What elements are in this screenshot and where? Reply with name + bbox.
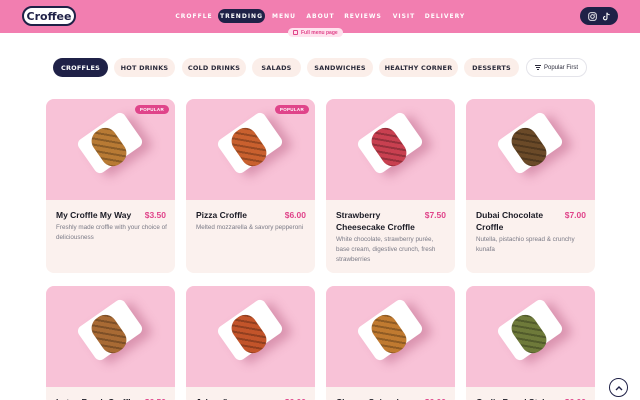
product-price: $6.00 <box>425 396 446 400</box>
category-label: SANDWICHES <box>314 63 366 72</box>
nav-item-label: REVIEWS <box>344 12 382 20</box>
category-healthy-corner[interactable]: HEALTHY CORNER <box>379 58 458 77</box>
product-name: My Croffle My Way <box>56 210 132 220</box>
nav-item-about[interactable]: ABOUT <box>306 9 335 23</box>
product-price: $6.50 <box>145 396 166 400</box>
product-description: White chocolate, strawberry purée, base … <box>336 236 436 263</box>
main-nav: CROFFLE TRENDING MENU ABOUT REVIEWS VISI… <box>0 9 640 23</box>
product-image <box>326 286 455 387</box>
product-description: Melted mozzarella & savory pepperoni <box>196 224 304 231</box>
sort-button[interactable]: Popular First <box>526 58 587 77</box>
nav-item-label: MENU <box>272 12 296 20</box>
category-label: DESSERTS <box>472 63 511 72</box>
tiktok-icon[interactable] <box>602 12 611 21</box>
product-price: $7.50 <box>424 210 446 220</box>
category-label: HOT DRINKS <box>120 63 169 72</box>
product-image <box>466 99 595 200</box>
product-description: Freshly made croffle with your choice of… <box>56 224 167 241</box>
product-card[interactable]: Cheesy Spinach $6.00 <box>326 286 455 400</box>
product-card[interactable]: POPULAR Pizza Croffle $6.00 Melted mozzarel… <box>186 99 315 273</box>
product-card[interactable]: POPULAR My Croffle My Way $3.50 Freshly mad… <box>46 99 175 273</box>
category-label: COLD DRINKS <box>187 63 241 72</box>
product-card[interactable]: Lotus Bomb Croffle $6.50 <box>46 286 175 400</box>
product-name: Jalapeño Pepperoni <box>196 396 276 400</box>
category-salads[interactable]: SALADS <box>252 58 301 77</box>
category-desserts[interactable]: DESSERTS <box>464 58 519 77</box>
category-hot-drinks[interactable]: HOT DRINKS <box>114 58 175 77</box>
product-price: $7.00 <box>564 210 586 220</box>
product-card[interactable]: Jalapeño Pepperoni $6.00 <box>186 286 315 400</box>
category-label: SALADS <box>261 63 292 72</box>
nav-item-trending[interactable]: TRENDING <box>218 9 265 23</box>
category-label: CROFFLES <box>60 63 101 72</box>
product-image <box>186 286 315 387</box>
product-price: $6.00 <box>284 210 306 220</box>
product-description: Nutella, pistachio spread & crunchy kuna… <box>476 236 575 253</box>
product-image: POPULAR <box>46 99 175 200</box>
category-sandwiches[interactable]: SANDWICHES <box>307 58 373 77</box>
product-image <box>326 99 455 200</box>
full-menu-label: Full menu page <box>301 29 338 36</box>
nav-item-label: CROFFLE <box>175 12 213 20</box>
nav-item-label: ABOUT <box>306 12 335 20</box>
nav-item-label: TRENDING <box>220 12 263 20</box>
nav-item-croffle[interactable]: CROFFLE <box>175 9 213 23</box>
full-menu-link[interactable]: Full menu page <box>288 28 343 37</box>
nav-item-label: DELIVERY <box>424 12 466 20</box>
product-name: Dubai Chocolate Croffle <box>476 210 544 232</box>
product-name: Strawberry Cheesecake Croffle <box>336 210 415 232</box>
scroll-to-top-button[interactable] <box>609 378 628 397</box>
nav-item-label: VISIT <box>392 12 416 20</box>
product-image: POPULAR <box>186 99 315 200</box>
popular-badge: POPULAR <box>274 105 309 114</box>
product-price: $6.00 <box>285 396 306 400</box>
filter-icon <box>534 65 541 70</box>
product-name: Pizza Croffle <box>196 210 248 220</box>
product-image <box>46 286 175 387</box>
product-name: Cheesy Spinach <box>336 396 416 400</box>
nav-item-delivery[interactable]: DELIVERY <box>424 9 466 23</box>
product-name: Lotus Bomb Croffle <box>56 396 136 400</box>
social-links <box>580 7 618 25</box>
product-name: Garlic Bread Style <box>476 396 556 400</box>
instagram-icon[interactable] <box>587 11 597 21</box>
product-card[interactable]: Dubai Chocolate Croffle $7.00 Nutella, pis… <box>466 99 595 273</box>
popular-badge: POPULAR <box>134 105 169 114</box>
category-cold-drinks[interactable]: COLD DRINKS <box>182 58 246 77</box>
product-image <box>466 286 595 387</box>
product-price: $3.50 <box>144 210 166 220</box>
chevron-up-icon <box>615 385 622 390</box>
sort-label: Popular First <box>543 64 578 71</box>
nav-item-reviews[interactable]: REVIEWS <box>344 9 382 23</box>
product-card[interactable]: Garlic Bread Style $6.00 <box>466 286 595 400</box>
category-croffles[interactable]: CROFFLES <box>53 58 108 77</box>
product-card[interactable]: Strawberry Cheesecake Croffle $7.50 White … <box>326 99 455 273</box>
category-label: HEALTHY CORNER <box>384 63 453 72</box>
external-link-icon <box>293 30 298 35</box>
nav-item-visit[interactable]: VISIT <box>393 9 415 23</box>
nav-item-menu[interactable]: MENU <box>272 9 296 23</box>
product-price: $6.00 <box>565 396 586 400</box>
